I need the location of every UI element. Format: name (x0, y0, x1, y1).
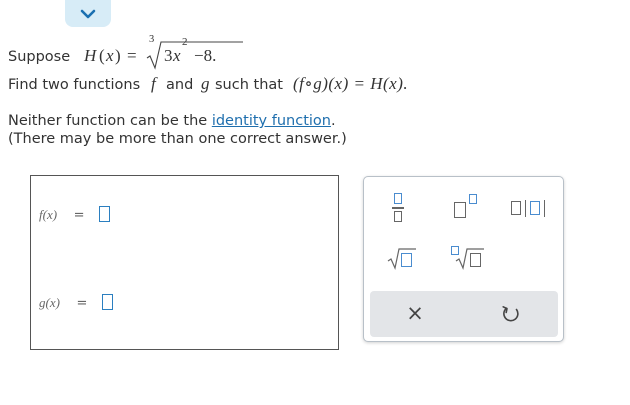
absolute-value-button[interactable] (511, 200, 555, 218)
composition-equation: (f∘g)(x) = H(x). (293, 74, 409, 93)
f-input-box[interactable] (99, 206, 111, 222)
reset-icon (502, 305, 519, 322)
reset-button[interactable] (500, 303, 524, 327)
fraction-button[interactable] (391, 193, 405, 223)
g-equals: = (76, 296, 88, 311)
g-function-name: g (201, 74, 210, 93)
superscript-button[interactable] (454, 194, 480, 220)
clear-button[interactable]: × (403, 301, 427, 327)
square-root-icon (387, 248, 417, 270)
square-root-button[interactable] (387, 248, 417, 270)
f-answer-label: f(x) (39, 207, 58, 222)
nth-root-icon (450, 246, 486, 270)
suppose-text: Suppose (8, 49, 71, 65)
restriction-note: Neither function can be the identity fun… (8, 113, 336, 129)
superscript-icon (454, 194, 480, 220)
h-open-paren: ( (99, 46, 105, 65)
math-palette: × (363, 176, 564, 342)
radicand-constant: −8. (194, 46, 217, 65)
multiple-answers-note: (There may be more than one correct answ… (8, 131, 347, 147)
chevron-down-icon (80, 9, 96, 18)
g-answer-label: g(x) (39, 295, 60, 310)
f-answer-row: f(x) = (39, 206, 111, 223)
h-variable: x (106, 46, 114, 65)
radicand-exponent: 2 (182, 36, 188, 48)
collapse-button[interactable] (65, 0, 111, 27)
and-text: and (166, 77, 194, 93)
radicand-coefficient: 3 (164, 46, 173, 65)
close-icon: × (406, 301, 424, 325)
answer-area: f(x) = g(x) = (30, 175, 339, 350)
neither-text: Neither function can be the (8, 113, 208, 129)
f-equals: = (73, 208, 85, 223)
such-that-text: such that (215, 77, 283, 93)
period: . (330, 113, 336, 129)
g-input-box[interactable] (102, 294, 114, 310)
absolute-value-icon (511, 200, 555, 218)
palette-action-row: × (370, 291, 558, 337)
nth-root-button[interactable] (450, 246, 486, 270)
identity-function-link[interactable]: identity function (212, 113, 331, 129)
fraction-icon (391, 193, 405, 223)
equals-sign: = (127, 46, 137, 65)
h-function-name: H (84, 46, 97, 65)
g-answer-row: g(x) = (39, 294, 114, 311)
radicand-variable: x (173, 46, 181, 65)
find-text: Find two functions (8, 77, 141, 93)
h-close-paren: ) (115, 46, 121, 65)
f-function-name: f (151, 74, 156, 93)
